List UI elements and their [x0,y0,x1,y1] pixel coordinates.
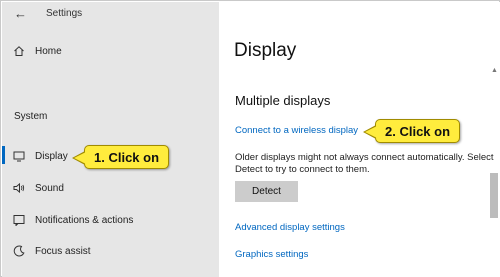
callout-step-2: 2. Click on [363,119,461,143]
callout-pointer-fill [365,126,377,138]
callout-text: 1. Click on [94,149,160,165]
detect-description: Older displays might not always connect … [235,152,494,175]
page-title: Display [234,40,297,61]
sidebar-item-label: Home [35,45,62,57]
settings-window: ← Settings Home System Display Sound Not… [0,0,500,277]
notifications-icon [12,213,26,227]
focus-assist-icon [12,244,26,258]
sidebar-item-home[interactable]: Home [2,38,219,64]
sidebar-item-label: Focus assist [35,245,91,257]
section-label: System [14,111,48,122]
callout-step-1: 1. Click on [72,145,170,169]
monitor-icon [12,149,26,163]
sidebar-item-sound[interactable]: Sound [2,175,219,201]
scrollbar[interactable] [488,65,500,277]
detect-button[interactable]: Detect [235,181,298,202]
scroll-up-icon[interactable]: ▲ [491,67,498,74]
app-title: Settings [46,8,83,19]
sidebar-item-label: Display [35,150,68,162]
sidebar-item-focus-assist[interactable]: Focus assist [2,238,219,264]
speaker-icon [12,181,26,195]
advanced-display-settings-link[interactable]: Advanced display settings [235,222,345,233]
selection-indicator [2,146,5,164]
sidebar: ← Settings Home System Display Sound Not… [2,2,219,277]
callout-text: 2. Click on [385,123,451,139]
graphics-settings-link[interactable]: Graphics settings [235,249,308,260]
callout-pointer-fill [74,152,86,164]
scrollbar-thumb[interactable] [490,173,498,218]
sidebar-item-label: Notifications & actions [35,214,134,226]
sidebar-item-label: Sound [35,182,64,194]
sidebar-item-notifications[interactable]: Notifications & actions [2,207,219,233]
connect-wireless-display-link[interactable]: Connect to a wireless display [235,125,358,136]
section-heading: Multiple displays [235,93,331,108]
home-icon [12,44,26,58]
back-arrow-icon[interactable]: ← [14,6,27,21]
